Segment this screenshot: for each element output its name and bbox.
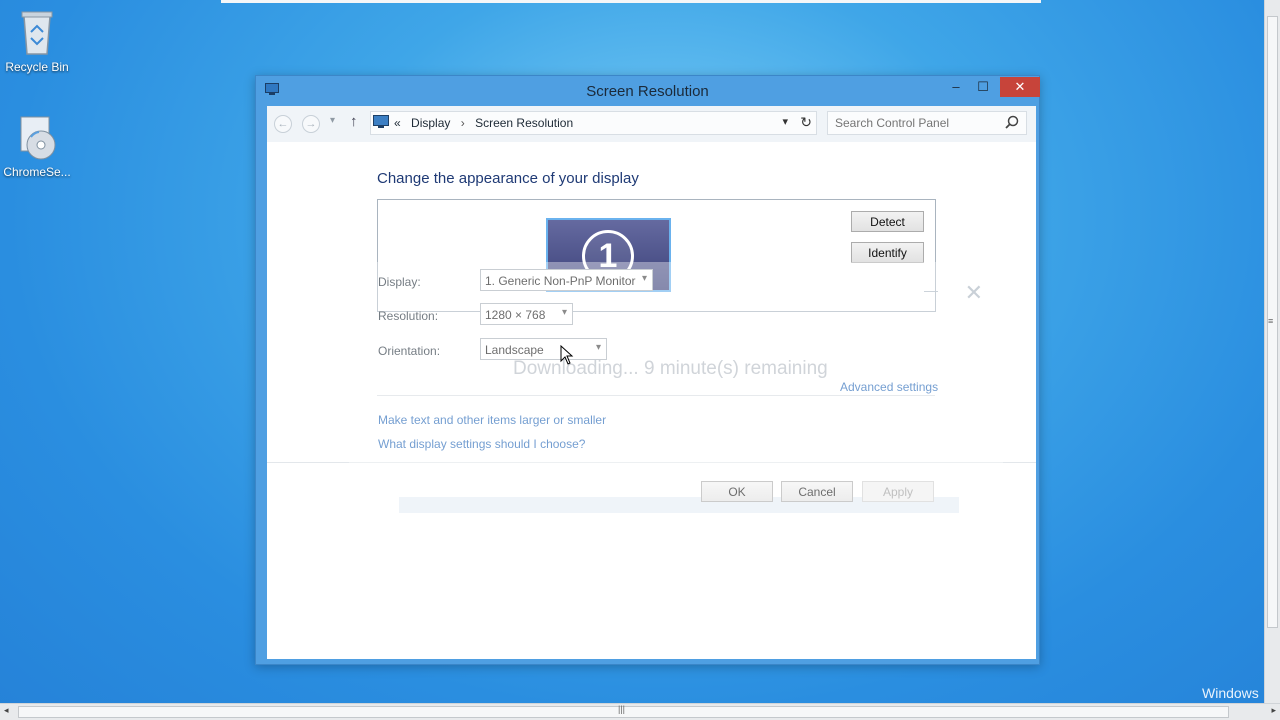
detect-button[interactable]: Detect (851, 211, 924, 232)
search-icon[interactable] (1005, 115, 1019, 129)
vertical-scrollbar[interactable]: ≡ (1264, 0, 1280, 703)
cd-disc-icon (20, 116, 56, 160)
windows-watermark: Windows (1202, 685, 1259, 701)
scroll-left-icon[interactable]: ◂ (4, 705, 9, 716)
title-bar[interactable]: Screen Resolution – ☐ ✕ (256, 76, 1040, 106)
address-bar[interactable]: « Display › Screen Resolution ▾ ↻ (370, 111, 817, 135)
desktop-icon-label: Recycle Bin (5, 60, 69, 74)
scroll-grip-icon: ≡ (1268, 316, 1274, 326)
breadcrumb-separator[interactable]: › (461, 116, 465, 130)
search-box[interactable] (827, 111, 1027, 135)
minimize-button[interactable]: – (945, 77, 967, 97)
overlay-minimize-icon[interactable]: — (924, 282, 938, 298)
scroll-grip-icon: ||| (618, 704, 626, 714)
up-button[interactable]: ↑ (350, 113, 358, 130)
refresh-icon[interactable]: ↻ (800, 114, 812, 131)
breadcrumb: « Display › Screen Resolution (394, 116, 580, 130)
breadcrumb-screen-resolution[interactable]: Screen Resolution (475, 116, 573, 130)
breadcrumb-display[interactable]: Display (411, 116, 450, 130)
desktop-icon-recycle-bin[interactable]: Recycle Bin (1, 8, 73, 74)
breadcrumb-overflow[interactable]: « (394, 116, 401, 130)
scroll-right-icon[interactable]: ▸ (1271, 705, 1276, 716)
window-title: Screen Resolution (586, 83, 709, 100)
horizontal-scrollbar[interactable]: ◂ ||| ▸ (0, 703, 1280, 720)
desktop-icon-chrome-setup[interactable]: ChromeSe... (1, 115, 73, 179)
recent-locations-dropdown[interactable]: ▾ (330, 115, 335, 126)
page-title: Change the appearance of your display (377, 170, 639, 187)
address-dropdown-chevron-icon[interactable]: ▾ (782, 115, 788, 128)
overlay-close-icon[interactable]: ✕ (965, 280, 983, 306)
desktop-icon-label: ChromeSe... (3, 165, 71, 179)
control-panel-icon (373, 115, 389, 128)
close-button[interactable]: ✕ (1000, 77, 1040, 97)
navigation-bar: ← → ▾ ↑ « Display › Screen Resolution ▾ … (267, 106, 1036, 142)
top-edge-strip (221, 0, 1041, 3)
identify-button[interactable]: Identify (851, 242, 924, 263)
download-overlay: — ✕ Downloading... 9 minute(s) remaining (349, 262, 1003, 569)
back-button[interactable]: ← (274, 115, 292, 133)
search-input[interactable] (828, 112, 1000, 134)
recycle-bin-icon (21, 11, 53, 55)
forward-button[interactable]: → (302, 115, 320, 133)
mouse-cursor-icon (560, 345, 574, 365)
maximize-button[interactable]: ☐ (972, 77, 994, 97)
